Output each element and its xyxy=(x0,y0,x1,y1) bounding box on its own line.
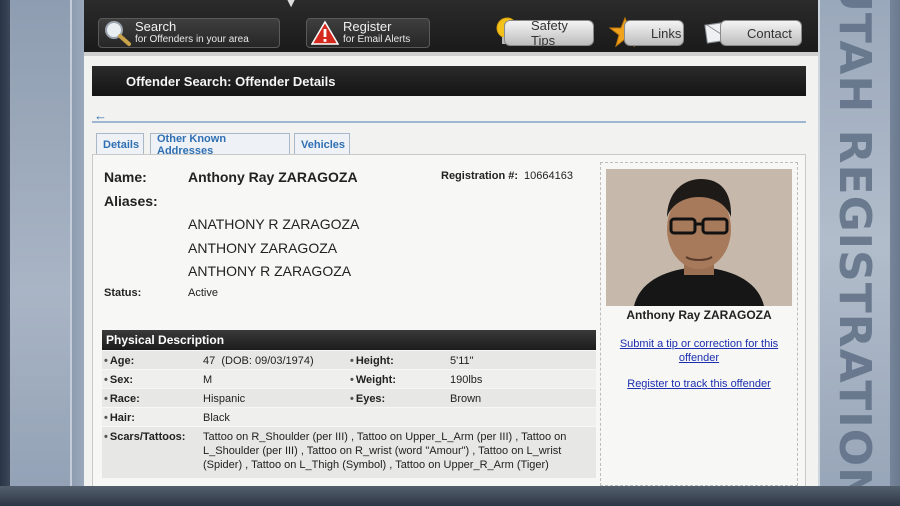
status-label: Status: xyxy=(104,287,142,299)
submit-tip-link[interactable]: Submit a tip or correction for this offe… xyxy=(614,337,784,365)
hair-label: • Hair: xyxy=(104,412,135,424)
alias-item: ANATHONY R ZARAGOZA xyxy=(188,216,360,232)
name-label: Name: xyxy=(104,169,147,185)
sex-label: • Sex: xyxy=(104,374,134,386)
links-label: Links xyxy=(651,25,682,41)
scars-line: Tattoo on R_Shoulder (per III) , Tattoo … xyxy=(203,431,567,443)
divider xyxy=(92,121,806,123)
eyes-label: • Eyes: xyxy=(350,393,386,405)
offender-name: Anthony Ray ZARAGOZA xyxy=(188,169,358,185)
contact-button[interactable]: Contact xyxy=(720,20,802,46)
registration-label: Registration #: xyxy=(441,170,519,182)
search-button-title: Search xyxy=(135,19,177,34)
offender-photo xyxy=(606,169,792,306)
search-offenders-button[interactable]: Search for Offenders in your area xyxy=(98,18,280,48)
eyes-value: Brown xyxy=(450,393,482,405)
safety-tips-label: Safety Tips xyxy=(531,18,568,48)
page-title-text: Offender Search: Offender Details xyxy=(126,73,336,89)
weight-value: 190lbs xyxy=(450,374,483,386)
scars-line: L_Shoulder (per III) , Tattoo on R_wrist… xyxy=(203,445,562,457)
physical-description-header: Physical Description xyxy=(102,330,596,350)
alias-item: ANTHONY ZARAGOZA xyxy=(188,240,338,256)
physical-description-title: Physical Description xyxy=(106,333,225,347)
height-value: 5'11" xyxy=(450,355,474,367)
magnifier-search-icon xyxy=(99,18,135,48)
monitor-frame-left xyxy=(0,0,84,506)
photo-caption-name: Anthony Ray ZARAGOZA xyxy=(626,308,772,322)
hair-value: Black xyxy=(203,412,230,424)
table-row xyxy=(102,408,596,427)
page-title: Offender Search: Offender Details xyxy=(92,66,806,96)
alias-item: ANTHONY R ZARAGOZA xyxy=(188,263,352,279)
sex-value: M xyxy=(203,374,213,386)
monitor-frame-right: UTAH REGISTRATION xyxy=(818,0,900,506)
table-row xyxy=(102,370,596,389)
height-label: • Height: xyxy=(350,355,394,367)
aliases-label: Aliases: xyxy=(104,193,158,209)
frame-watermark-text: UTAH REGISTRATION xyxy=(828,0,880,505)
links-button[interactable]: Links xyxy=(624,20,684,46)
chevron-down-icon: ▼ xyxy=(284,0,298,10)
table-row xyxy=(102,351,596,370)
status-value: Active xyxy=(188,287,218,299)
age-value: 47 (DOB: 09/03/1974) xyxy=(203,355,314,367)
register-track-link[interactable]: Register to track this offender xyxy=(614,378,784,390)
weight-label: • Weight: xyxy=(350,374,396,386)
scars-line: (Spider) , Tattoo on L_Thigh (Symbol) , … xyxy=(203,459,549,471)
register-button-title: Register xyxy=(343,19,392,34)
monitor-frame-bottom xyxy=(0,486,900,506)
tab-other-known-addresses[interactable]: Other Known Addresses xyxy=(150,133,290,157)
top-navigation: ▼ Search for Offenders in your area Regi… xyxy=(84,0,818,56)
tab-vehicles[interactable]: Vehicles xyxy=(294,133,350,155)
warning-icon xyxy=(307,18,343,48)
age-label: • Age: xyxy=(104,355,135,367)
table-row xyxy=(102,389,596,408)
race-label: • Race: xyxy=(104,393,140,405)
search-button-subtitle: for Offenders in your area xyxy=(135,34,249,45)
scars-tattoos-label: • Scars/Tattoos: xyxy=(104,431,186,443)
register-button-subtitle: for Email Alerts xyxy=(343,34,411,45)
register-email-alerts-button[interactable]: Register for Email Alerts xyxy=(306,18,430,48)
race-value: Hispanic xyxy=(203,393,246,405)
safety-tips-button[interactable]: Safety Tips xyxy=(504,18,594,48)
registration-number: 10664163 xyxy=(524,170,573,182)
contact-label: Contact xyxy=(747,25,792,41)
tab-details[interactable]: Details xyxy=(96,133,144,155)
browser-screen: ▼ Search for Offenders in your area Regi… xyxy=(84,0,818,486)
